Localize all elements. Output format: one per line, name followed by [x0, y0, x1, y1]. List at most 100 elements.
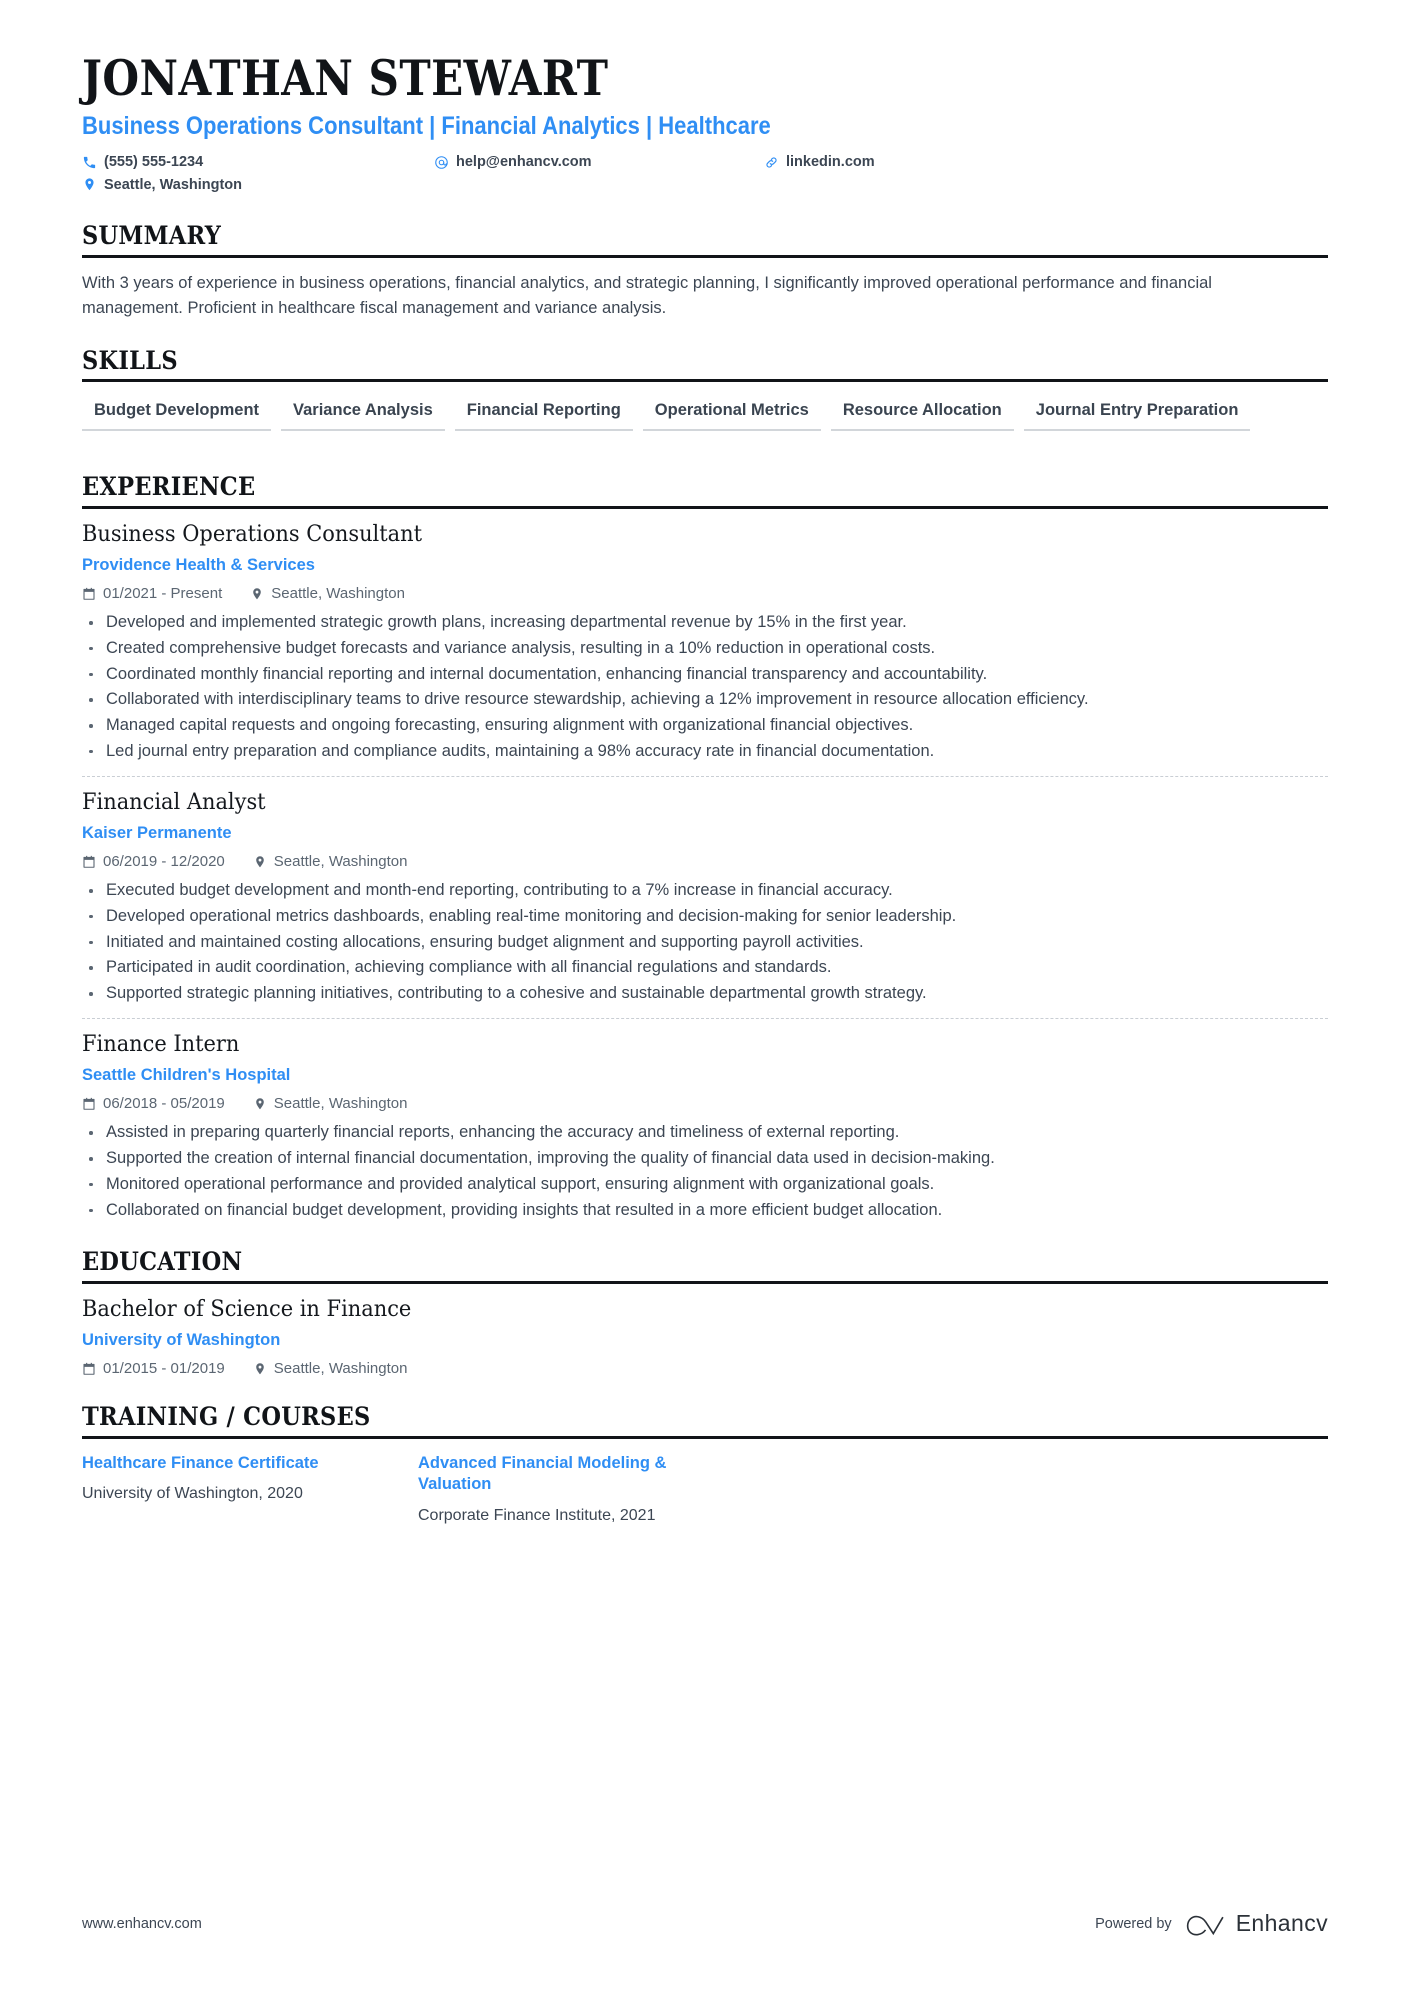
date-range: 01/2015 - 01/2019: [82, 1360, 225, 1377]
email-value: help@enhancv.com: [456, 154, 592, 171]
bullet-item: Participated in audit coordination, achi…: [82, 955, 1267, 980]
entry-meta: 01/2015 - 01/2019 Seattle, Washington: [82, 1360, 1328, 1377]
date-range: 06/2019 - 12/2020: [82, 853, 225, 870]
section-training: TRAINING / COURSES Healthcare Finance Ce…: [82, 1403, 1328, 1527]
bullet-item: Assisted in preparing quarterly financia…: [82, 1120, 1267, 1145]
section-education: EDUCATION Bachelor of Science in Finance…: [82, 1248, 1328, 1377]
candidate-name: JONATHAN STEWART: [82, 49, 609, 107]
link-value: linkedin.com: [786, 154, 875, 171]
skill-item: Operational Metrics: [642, 398, 821, 432]
bullet-item: Collaborated on financial budget develop…: [82, 1198, 1267, 1223]
date-range-value: 01/2015 - 01/2019: [103, 1360, 225, 1378]
contact-row-1: (555) 555-1234 help@enhancv.com linkedin…: [82, 151, 1328, 173]
course-title[interactable]: Healthcare Finance Certificate: [82, 1453, 398, 1474]
skills-list: Budget Development Variance Analysis Fin…: [82, 398, 1328, 447]
contact-details: (555) 555-1234 help@enhancv.com linkedin…: [82, 151, 1328, 196]
bullet-item: Coordinated monthly financial reporting …: [82, 662, 1267, 687]
bullet-item: Initiated and maintained costing allocat…: [82, 930, 1267, 955]
date-range: 01/2021 - Present: [82, 585, 222, 602]
experience-entry: Finance Intern Seattle Children's Hospit…: [82, 1017, 1328, 1223]
calendar-icon: [82, 1362, 96, 1376]
section-skills: SKILLS Budget Development Variance Analy…: [82, 347, 1328, 448]
section-divider: [82, 1435, 1328, 1439]
bullet-item: Developed operational metrics dashboards…: [82, 904, 1267, 929]
location-pin-icon: [250, 587, 264, 601]
school-location-value: Seattle, Washington: [273, 1360, 408, 1378]
skill-item: Variance Analysis: [281, 398, 445, 432]
resume-header: JONATHAN STEWART Business Operations Con…: [82, 0, 1328, 196]
school-name[interactable]: University of Washington: [82, 1330, 1328, 1351]
location-pin-icon: [253, 855, 267, 869]
contact-email[interactable]: help@enhancv.com: [434, 151, 764, 173]
entry-meta: 06/2019 - 12/2020 Seattle, Washington: [82, 853, 1328, 870]
email-at-icon: [434, 155, 449, 170]
education-heading: EDUCATION: [82, 1247, 243, 1277]
skill-item: Financial Reporting: [454, 398, 633, 432]
phone-value: (555) 555-1234: [104, 154, 204, 171]
date-range-value: 06/2019 - 12/2020: [103, 853, 225, 871]
company-name[interactable]: Providence Health & Services: [82, 555, 1328, 576]
enhancv-logo: Enhancv: [1185, 1910, 1328, 1937]
date-range-value: 01/2021 - Present: [103, 585, 223, 603]
course-provider: University of Washington, 2020: [82, 1485, 303, 1503]
phone-icon: [82, 155, 97, 170]
location-pin-icon: [253, 1362, 267, 1376]
job-title: Finance Intern: [82, 1030, 240, 1057]
responsibility-list: Developed and implemented strategic grow…: [82, 610, 1328, 764]
bullet-item: Monitored operational performance and pr…: [82, 1172, 1267, 1197]
contact-phone[interactable]: (555) 555-1234: [82, 151, 434, 173]
skill-item: Journal Entry Preparation: [1023, 398, 1251, 432]
location-value: Seattle, Washington: [104, 176, 243, 193]
job-title: Business Operations Consultant: [82, 520, 423, 547]
calendar-icon: [82, 855, 96, 869]
training-heading: TRAINING / COURSES: [82, 1402, 371, 1432]
job-location-value: Seattle, Washington: [271, 585, 405, 603]
job-location: Seattle, Washington: [253, 1095, 408, 1113]
bullet-item: Led journal entry preparation and compli…: [82, 739, 1267, 764]
date-range-value: 06/2018 - 05/2019: [103, 1095, 225, 1113]
section-divider: [82, 379, 1328, 383]
responsibility-list: Executed budget development and month-en…: [82, 878, 1328, 1006]
contact-row-2: Seattle, Washington: [82, 174, 1328, 196]
degree-title: Bachelor of Science in Finance: [82, 1295, 412, 1322]
calendar-icon: [82, 1097, 96, 1111]
course-title[interactable]: Advanced Financial Modeling & Valuation: [418, 1453, 734, 1496]
section-summary: SUMMARY With 3 years of experience in bu…: [82, 222, 1328, 321]
link-icon: [764, 155, 779, 170]
skills-heading: SKILLS: [82, 345, 178, 375]
company-name[interactable]: Kaiser Permanente: [82, 823, 1328, 844]
resume-page: JONATHAN STEWART Business Operations Con…: [0, 0, 1410, 1995]
bullet-item: Developed and implemented strategic grow…: [82, 610, 1267, 635]
bullet-item: Supported strategic planning initiatives…: [82, 981, 1267, 1006]
bullet-item: Managed capital requests and ongoing for…: [82, 713, 1267, 738]
footer-website-url[interactable]: www.enhancv.com: [82, 1916, 202, 1932]
section-experience: EXPERIENCE Business Operations Consultan…: [82, 473, 1328, 1222]
course-provider: Corporate Finance Institute, 2021: [418, 1506, 656, 1524]
school-location: Seattle, Washington: [253, 1360, 408, 1378]
location-pin-icon: [253, 1097, 267, 1111]
location-pin-icon: [82, 177, 97, 192]
contact-link[interactable]: linkedin.com: [764, 151, 1328, 173]
bullet-item: Created comprehensive budget forecasts a…: [82, 636, 1267, 661]
section-divider: [82, 254, 1328, 258]
summary-heading: SUMMARY: [82, 221, 222, 251]
calendar-icon: [82, 587, 96, 601]
candidate-headline: Business Operations Consultant | Financi…: [82, 111, 771, 140]
course-item: Advanced Financial Modeling & Valuation …: [418, 1453, 754, 1527]
company-name[interactable]: Seattle Children's Hospital: [82, 1065, 1328, 1086]
summary-text: With 3 years of experience in business o…: [82, 273, 1212, 317]
experience-entry: Business Operations Consultant Providenc…: [82, 509, 1328, 764]
skill-item: Budget Development: [82, 398, 272, 432]
bullet-item: Collaborated with interdisciplinary team…: [82, 687, 1267, 712]
experience-heading: EXPERIENCE: [82, 472, 256, 502]
page-footer: www.enhancv.com Powered by Enhancv: [82, 1910, 1328, 1937]
course-item: Healthcare Finance Certificate Universit…: [82, 1453, 418, 1527]
enhancv-wordmark: Enhancv: [1235, 1910, 1328, 1936]
job-location: Seattle, Washington: [253, 853, 407, 870]
course-list: Healthcare Finance Certificate Universit…: [82, 1453, 1328, 1527]
experience-entry: Financial Analyst Kaiser Permanente 06/2…: [82, 775, 1328, 1006]
job-location-value: Seattle, Washington: [273, 1095, 408, 1113]
skill-item: Resource Allocation: [830, 398, 1014, 432]
powered-by-label: Powered by: [1095, 1915, 1172, 1932]
education-entry: Bachelor of Science in Finance Universit…: [82, 1284, 1328, 1377]
